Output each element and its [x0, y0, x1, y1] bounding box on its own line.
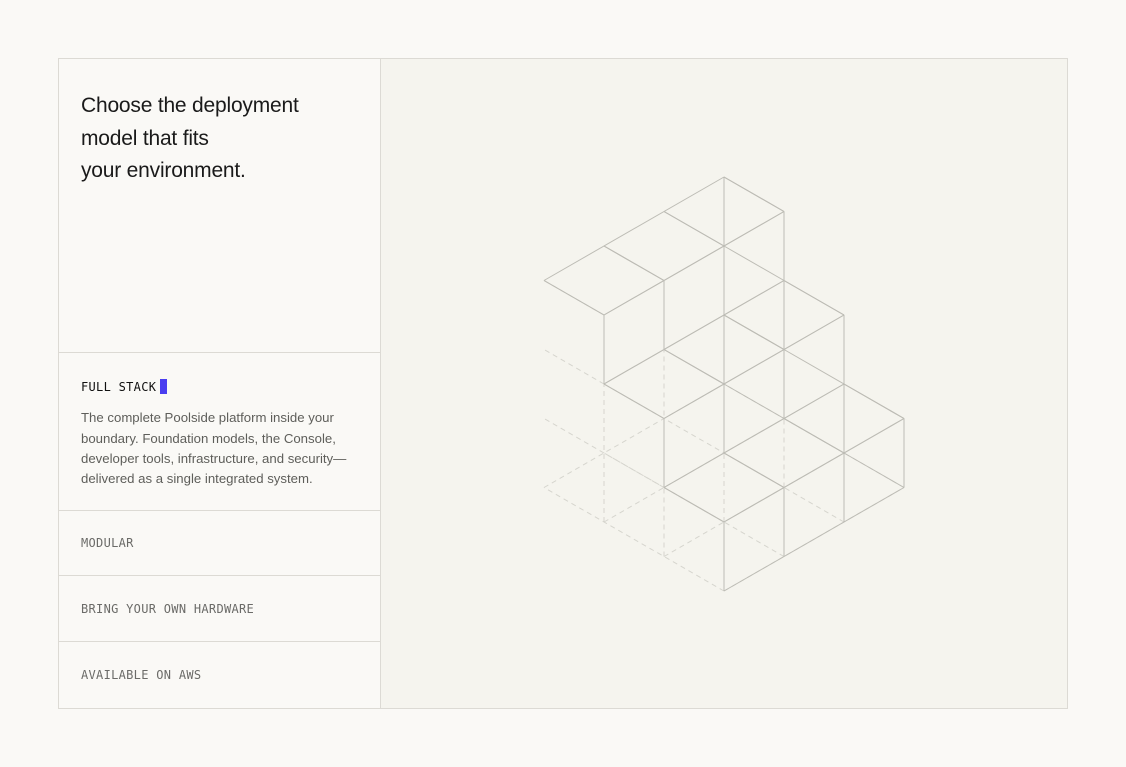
title-line-3: your environment. — [81, 159, 246, 182]
cube-edge — [663, 349, 725, 385]
cube-edge — [723, 383, 785, 419]
cube-edge — [723, 452, 785, 488]
heading-block: Choose the deployment model that fits yo… — [59, 59, 380, 354]
option-byoh-label: BRING YOUR OWN HARDWARE — [81, 601, 255, 616]
cube-hidden-edge — [543, 487, 725, 592]
option-modular[interactable]: MODULAR — [59, 511, 380, 577]
cursor-block-icon — [160, 379, 168, 395]
isometric-cube-stack-icon — [543, 176, 905, 592]
option-bring-your-own-hardware[interactable]: BRING YOUR OWN HARDWARE — [59, 576, 380, 643]
cube-edge — [723, 314, 785, 350]
option-available-on-aws[interactable]: AVAILABLE ON AWS — [59, 642, 380, 708]
cube-edge — [783, 280, 845, 316]
cube-edge — [603, 280, 785, 385]
cube-edge — [783, 349, 845, 385]
cube-edge — [783, 418, 845, 454]
cube-hidden-edge — [543, 349, 605, 385]
illustration-panel — [381, 59, 1067, 708]
title-line-1: Choose the deployment — [81, 94, 299, 117]
cube-edge — [723, 487, 905, 592]
deployment-model-card: Choose the deployment model that fits yo… — [58, 58, 1068, 709]
cube-edge — [663, 487, 725, 523]
cube-edge — [663, 211, 725, 247]
option-full-stack-title: FULL STACK — [81, 379, 360, 395]
cube-edge — [723, 418, 905, 523]
cube-hidden-edge — [543, 418, 605, 454]
cube-edge — [723, 176, 785, 212]
option-full-stack-label: FULL STACK — [81, 379, 157, 394]
cube-edge — [843, 383, 905, 419]
option-full-stack-description: The complete Poolside platform inside yo… — [81, 410, 347, 487]
cube-edge — [603, 383, 665, 419]
option-full-stack[interactable]: FULL STACK The complete Poolside platfor… — [59, 353, 380, 511]
cube-edge — [543, 280, 605, 316]
cube-edge — [843, 452, 905, 488]
option-modular-label: MODULAR — [81, 536, 134, 551]
option-aws-label: AVAILABLE ON AWS — [81, 668, 202, 683]
cube-edge — [603, 211, 785, 316]
cube-edge — [663, 383, 845, 488]
cube-edge — [603, 245, 665, 281]
cube-edge — [723, 245, 785, 281]
cube-edge — [663, 314, 845, 419]
page-title: Choose the deployment model that fits yo… — [81, 90, 341, 188]
title-line-2: model that fits — [81, 126, 209, 150]
cube-edge — [543, 176, 725, 281]
deployment-options-panel: Choose the deployment model that fits yo… — [59, 59, 381, 708]
